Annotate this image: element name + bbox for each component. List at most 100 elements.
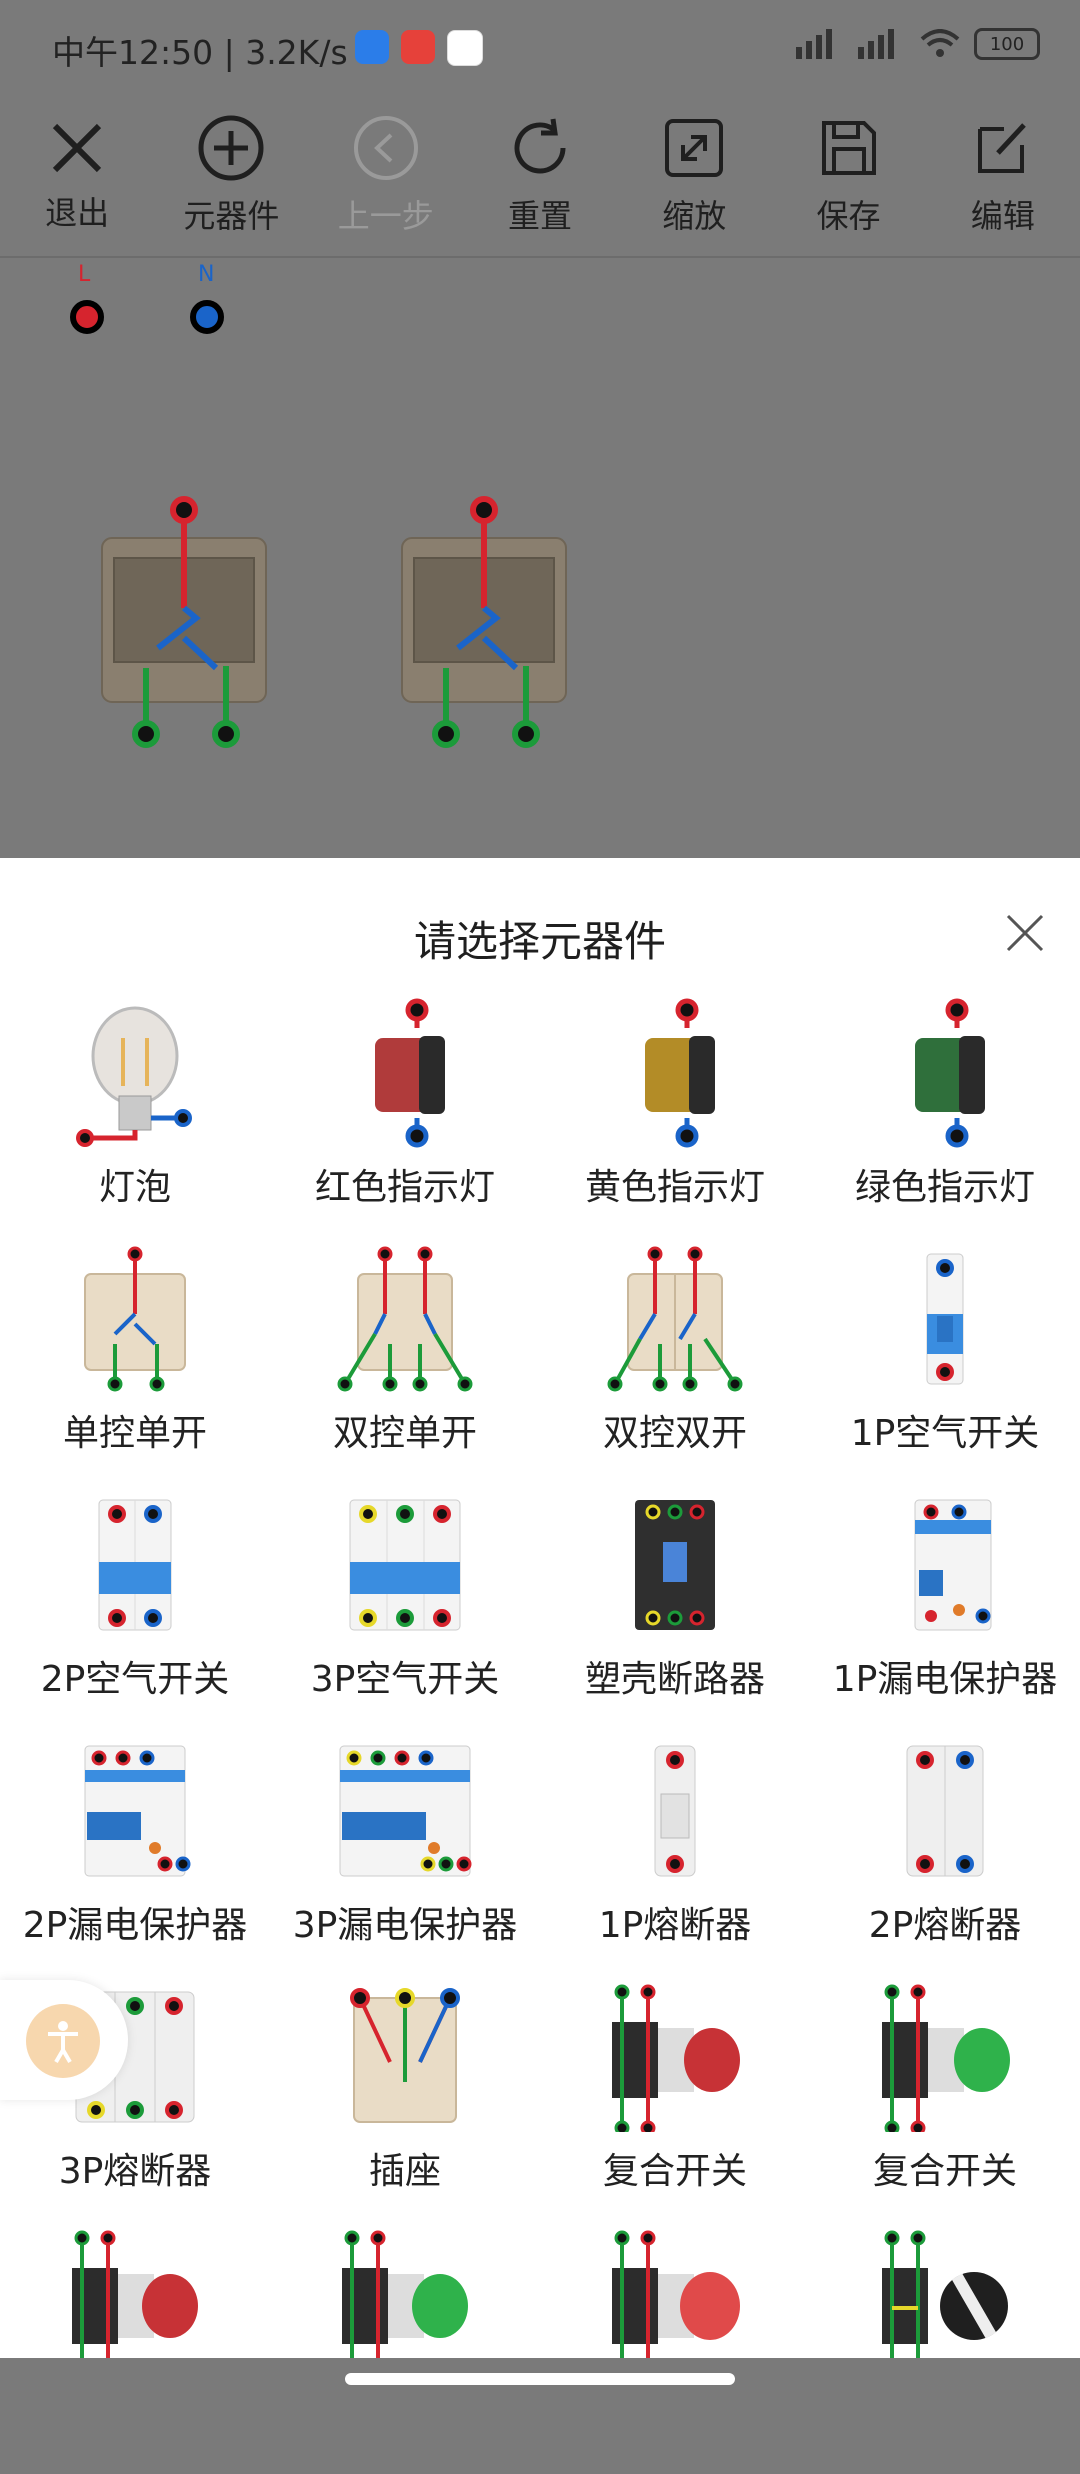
air-switch-2p-icon — [60, 1490, 210, 1640]
zoom-button[interactable]: 缩放 — [617, 96, 771, 256]
exit-label: 退出 — [45, 194, 110, 232]
double-control-single-switch-icon — [330, 1244, 480, 1394]
components-button[interactable]: 元器件 — [154, 96, 308, 256]
component-item[interactable]: 双控单开 — [270, 1244, 540, 1490]
battery-indicator: 100 — [974, 28, 1040, 60]
component-name: 2P漏电保护器 — [22, 1905, 248, 1946]
component-item[interactable]: 2P熔断器 — [810, 1736, 1080, 1982]
placed-switch-1[interactable] — [96, 488, 276, 768]
exit-button[interactable]: 退出 — [0, 96, 154, 256]
zoom-icon — [665, 119, 724, 177]
accessibility-icon — [26, 2004, 100, 2078]
status-right: 100 — [796, 28, 1040, 60]
refresh-icon — [514, 118, 566, 174]
save-label: 保存 — [816, 197, 881, 235]
component-item[interactable]: 红色指示灯 — [270, 998, 540, 1244]
component-name: 3P空气开关 — [310, 1659, 500, 1700]
wifi-icon — [920, 29, 960, 57]
component-name: 黄色指示灯 — [584, 1167, 765, 1208]
component-name: 塑壳断路器 — [584, 1659, 765, 1700]
component-item[interactable]: 2P空气开关 — [0, 1490, 270, 1736]
double-control-double-switch-icon — [600, 1244, 750, 1394]
close-icon — [53, 123, 102, 173]
home-indicator[interactable] — [345, 2373, 735, 2385]
reset-button[interactable]: 重置 — [463, 96, 617, 256]
component-item[interactable]: 灯泡 — [0, 998, 270, 1244]
wiring-canvas[interactable]: L N — [0, 258, 1080, 858]
component-item[interactable]: 3P漏电保护器 — [270, 1736, 540, 1982]
component-item[interactable]: 双控双开 — [540, 1244, 810, 1490]
close-icon[interactable] — [1000, 908, 1050, 958]
socket-icon — [330, 1982, 480, 2132]
red-indicator-icon — [330, 998, 480, 1148]
placed-switch-2[interactable] — [396, 488, 576, 768]
component-picker-sheet: 请选择元器件 灯泡 红色指示灯 黄色指示灯 绿色指示灯 单控单开 双控单开 双控… — [0, 858, 1080, 2374]
emergency-button-green-icon — [330, 2228, 480, 2378]
reset-label: 重置 — [507, 197, 572, 235]
compound-switch-red-icon — [600, 1982, 750, 2132]
compound-switch-green-icon — [870, 1982, 1020, 2132]
component-item[interactable]: 1P漏电保护器 — [810, 1490, 1080, 1736]
component-name: 灯泡 — [98, 1167, 171, 1208]
zoom-label: 缩放 — [662, 197, 727, 235]
fuse-2p-icon — [870, 1736, 1020, 1886]
sheet-title: 请选择元器件 — [413, 917, 666, 966]
components-label: 元器件 — [183, 197, 280, 235]
terminal-n-label: N — [198, 262, 215, 287]
component-item[interactable]: 绿色指示灯 — [810, 998, 1080, 1244]
accessibility-floating[interactable] — [0, 1980, 128, 2100]
leakage-protector-1p-icon — [870, 1490, 1020, 1640]
component-name: 双控单开 — [332, 1413, 477, 1454]
molded-breaker-icon — [600, 1490, 750, 1640]
status-bar: 中午12:50 | 3.2K/s 100 — [0, 0, 1080, 96]
undo-button[interactable]: 上一步 — [309, 96, 463, 256]
component-name: 红色指示灯 — [314, 1167, 495, 1208]
component-item[interactable]: 插座 — [270, 1982, 540, 2228]
component-item[interactable]: 黄色指示灯 — [540, 998, 810, 1244]
component-item[interactable]: 1P空气开关 — [810, 1244, 1080, 1490]
component-name: 1P空气开关 — [850, 1413, 1040, 1454]
component-name: 3P熔断器 — [58, 2151, 212, 2192]
component-name: 复合开关 — [602, 2151, 747, 2192]
bulb-icon — [60, 998, 210, 1148]
edit-label: 编辑 — [970, 197, 1035, 235]
terminal-l[interactable]: L — [70, 262, 104, 334]
selector-switch-icon — [870, 2228, 1020, 2378]
component-item-partial[interactable] — [270, 2228, 540, 2474]
component-item[interactable]: 复合开关 — [810, 1982, 1080, 2228]
component-item[interactable]: 塑壳断路器 — [540, 1490, 810, 1736]
toolbar: 退出 元器件 上一步 重置 缩放 保存 编辑 — [0, 96, 1080, 256]
fuse-1p-icon — [600, 1736, 750, 1886]
component-item-partial[interactable] — [810, 2228, 1080, 2474]
red-app-icon — [401, 30, 435, 64]
component-grid: 灯泡 红色指示灯 黄色指示灯 绿色指示灯 单控单开 双控单开 双控双开 1P空气… — [0, 998, 1080, 2474]
signal-icon-2 — [858, 29, 894, 59]
component-item[interactable]: 2P漏电保护器 — [0, 1736, 270, 1982]
component-name: 插座 — [368, 2151, 441, 2192]
component-item[interactable]: 单控单开 — [0, 1244, 270, 1490]
component-item-partial[interactable] — [540, 2228, 810, 2474]
component-name: 2P熔断器 — [868, 1905, 1022, 1946]
emergency-button-red-icon — [60, 2228, 210, 2378]
save-button[interactable]: 保存 — [771, 96, 925, 256]
plus-circle-icon — [198, 115, 264, 181]
yellow-indicator-icon — [600, 998, 750, 1148]
leakage-protector-2p-icon — [60, 1736, 210, 1886]
component-name: 复合开关 — [872, 2151, 1017, 2192]
terminal-n[interactable]: N — [190, 262, 224, 334]
component-item[interactable]: 3P空气开关 — [270, 1490, 540, 1736]
edit-icon — [977, 123, 1026, 173]
back-circle-icon — [353, 116, 418, 180]
mushroom-button-red-icon — [600, 2228, 750, 2378]
undo-label: 上一步 — [337, 197, 434, 235]
component-item[interactable]: 复合开关 — [540, 1982, 810, 2228]
green-indicator-icon — [870, 998, 1020, 1148]
component-item-partial[interactable] — [0, 2228, 270, 2474]
component-name: 单控单开 — [62, 1413, 207, 1454]
save-icon — [821, 121, 876, 175]
component-name: 1P熔断器 — [598, 1905, 752, 1946]
cloud-app-icon — [355, 30, 389, 64]
component-name: 绿色指示灯 — [854, 1167, 1035, 1208]
edit-button[interactable]: 编辑 — [926, 96, 1080, 256]
component-item[interactable]: 1P熔断器 — [540, 1736, 810, 1982]
